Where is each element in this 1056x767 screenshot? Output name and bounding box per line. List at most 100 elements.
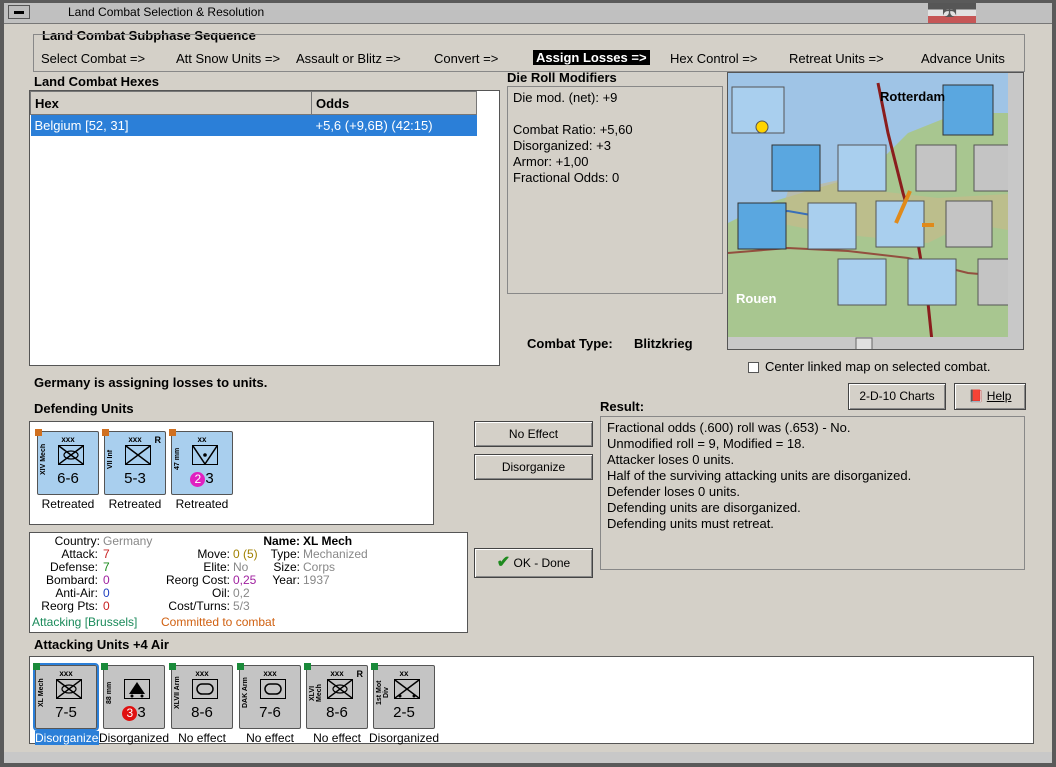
year-label: Year: xyxy=(272,573,300,587)
mini-map[interactable]: Rotterdam Rouen xyxy=(727,72,1024,350)
unit-strength: 7-5 xyxy=(36,704,96,721)
map-city-label: Rouen xyxy=(736,291,777,306)
result-line: Fractional odds (.600) roll was (.653) -… xyxy=(607,420,851,435)
result-line: Unmodified roll = 9, Modified = 18. xyxy=(607,436,805,451)
defending-unit-counter[interactable]: xx 47 mm 2 3 xyxy=(169,429,233,495)
unit-value: 8-6 xyxy=(326,704,348,721)
odds-cell[interactable]: +5,6 (+9,6B) (42:15) xyxy=(311,114,477,136)
disorganize-button[interactable]: Disorganize xyxy=(474,454,593,480)
attacking-unit-counter[interactable]: xxx R XLVI Mech 8-6 xyxy=(304,663,368,729)
result-line: Attacker loses 0 units. xyxy=(607,452,735,467)
map-unit[interactable] xyxy=(915,144,957,192)
map-unit[interactable] xyxy=(731,86,785,134)
cost-turns-value: 5/3 xyxy=(233,599,250,613)
unit-strength: 5-3 xyxy=(105,470,165,487)
defending-unit-counter[interactable]: xxx R VII Inf 5-3 xyxy=(102,429,166,495)
result-line: Defender loses 0 units. xyxy=(607,484,740,499)
attacking-title: Attacking Units +4 Air xyxy=(34,637,169,652)
reorg-pts-value: 0 xyxy=(103,599,110,613)
help-label: Help xyxy=(986,389,1012,403)
unit-type-icon xyxy=(58,445,84,465)
attacking-unit-counter[interactable]: xx 1st Mot Div 2-5 xyxy=(371,663,435,729)
hex-cell[interactable]: Belgium [52, 31] xyxy=(30,114,312,136)
unit-type-icon xyxy=(124,679,150,699)
book-icon: 📕 xyxy=(968,389,984,403)
unit-type-icon xyxy=(394,679,420,699)
status-message: Germany is assigning losses to units. xyxy=(34,375,268,390)
odds-column-header[interactable]: Odds xyxy=(311,91,477,115)
window-menu-button[interactable]: ▬ xyxy=(8,5,30,19)
no-effect-button[interactable]: No Effect xyxy=(474,421,593,447)
die-roll-panel: Die mod. (net): +9 Combat Ratio: +5,60 D… xyxy=(507,86,723,294)
map-unit[interactable] xyxy=(837,258,887,306)
map-unit[interactable] xyxy=(942,84,994,136)
year-value: 1937 xyxy=(303,573,330,587)
die-roll-line xyxy=(513,106,717,122)
die-roll-line: Disorganized: +3 xyxy=(513,138,611,153)
unit-value: 8-6 xyxy=(191,704,213,721)
attacking-units-panel: xxx XL Mech 7-5 Disorganized 88 mm 3 3 Disorgan… xyxy=(29,656,1034,745)
sequence-step: Retreat Units => xyxy=(789,51,884,66)
hex-column-header[interactable]: Hex xyxy=(30,91,312,115)
defending-title: Defending Units xyxy=(34,401,134,416)
attacking-location: Attacking [Brussels] xyxy=(32,615,138,629)
attacking-unit-counter[interactable]: xxx XLVII Arm 8-6 xyxy=(169,663,233,729)
country-value: Germany xyxy=(103,534,153,548)
map-canvas[interactable] xyxy=(728,73,1024,350)
map-unit[interactable] xyxy=(771,144,821,192)
result-line: Half of the surviving attacking units ar… xyxy=(607,468,912,483)
unit-type-icon xyxy=(327,679,353,699)
unit-strength: 2-5 xyxy=(374,704,434,721)
defending-units-panel: xxx XIV Mech 6-6 Retreated xxx R VII Inf 5-3 Ret… xyxy=(29,421,434,525)
map-unit[interactable] xyxy=(945,200,993,248)
checkmark-icon: ✔ xyxy=(496,554,511,571)
unit-reserve-flag: R xyxy=(154,435,162,445)
reorg-pts-label: Reorg Pts: xyxy=(41,599,98,613)
subphase-sequence: Select Combat => Att Snow Units => Assault… xyxy=(33,26,1025,72)
defending-unit-counter[interactable]: xxx XIV Mech 6-6 xyxy=(35,429,99,495)
sequence-step: Advance Units xyxy=(921,51,1005,66)
unit-value: 5-3 xyxy=(124,470,146,487)
result-title: Result: xyxy=(600,399,645,414)
charts-button[interactable]: 2-D-10 Charts xyxy=(848,383,946,410)
attacking-unit-counter[interactable]: xxx DAK Arm 7-6 xyxy=(237,663,301,729)
center-map-label[interactable]: Center linked map on selected combat. xyxy=(765,359,990,374)
unit-value: 3 xyxy=(205,470,214,487)
title-bar: ▬ Land Combat Selection & Resolution xyxy=(4,1,1052,24)
hexes-list: Hex Odds Belgium [52, 31] +5,6 (+9,6B) (… xyxy=(29,90,500,366)
die-roll-line: Die mod. (net): +9 xyxy=(513,90,618,105)
unit-reserve-flag: R xyxy=(356,669,364,679)
map-unit[interactable] xyxy=(907,258,957,306)
unit-value: 3 xyxy=(137,704,146,721)
table-row[interactable]: Belgium [52, 31] +5,6 (+9,6B) (42:15) xyxy=(30,114,477,136)
unit-strength: 8-6 xyxy=(307,704,367,721)
ok-done-button[interactable]: ✔ OK - Done xyxy=(474,548,593,578)
map-unit[interactable] xyxy=(737,202,787,250)
unit-status: Disorganized xyxy=(35,731,106,745)
map-unit[interactable] xyxy=(875,200,925,248)
unit-strength: 6-6 xyxy=(38,470,98,487)
result-line: Defending units must retreat. xyxy=(607,516,774,531)
map-unit[interactable] xyxy=(807,202,857,250)
german-flag-icon xyxy=(928,1,976,23)
center-map-checkbox[interactable] xyxy=(748,362,759,373)
sequence-step: Convert => xyxy=(434,51,499,66)
map-unit[interactable] xyxy=(837,144,887,192)
attacking-unit-counter[interactable]: 88 mm 3 3 xyxy=(101,663,165,729)
sequence-step: Hex Control => xyxy=(670,51,758,66)
attacking-unit-counter[interactable]: xxx XL Mech 7-5 xyxy=(33,663,99,731)
unit-value: 7-5 xyxy=(55,704,77,721)
hexes-table: Hex Odds Belgium [52, 31] +5,6 (+9,6B) (… xyxy=(30,91,477,136)
sequence-step: Assault or Blitz => xyxy=(296,51,401,66)
unit-type-icon xyxy=(56,679,82,699)
unit-badge: 2 xyxy=(190,472,206,487)
help-button[interactable]: 📕 Help xyxy=(954,383,1026,410)
unit-type-icon xyxy=(260,679,286,699)
sequence-step: Att Snow Units => xyxy=(176,51,281,66)
committed-status: Committed to combat xyxy=(161,615,276,629)
sequence-step: Assign Losses => xyxy=(533,50,650,65)
result-line: Defending units are disorganized. xyxy=(607,500,801,515)
unit-strength: 23 xyxy=(172,470,232,487)
die-roll-line: Combat Ratio: +5,60 xyxy=(513,122,633,137)
sequence-step: Select Combat => xyxy=(41,51,146,66)
